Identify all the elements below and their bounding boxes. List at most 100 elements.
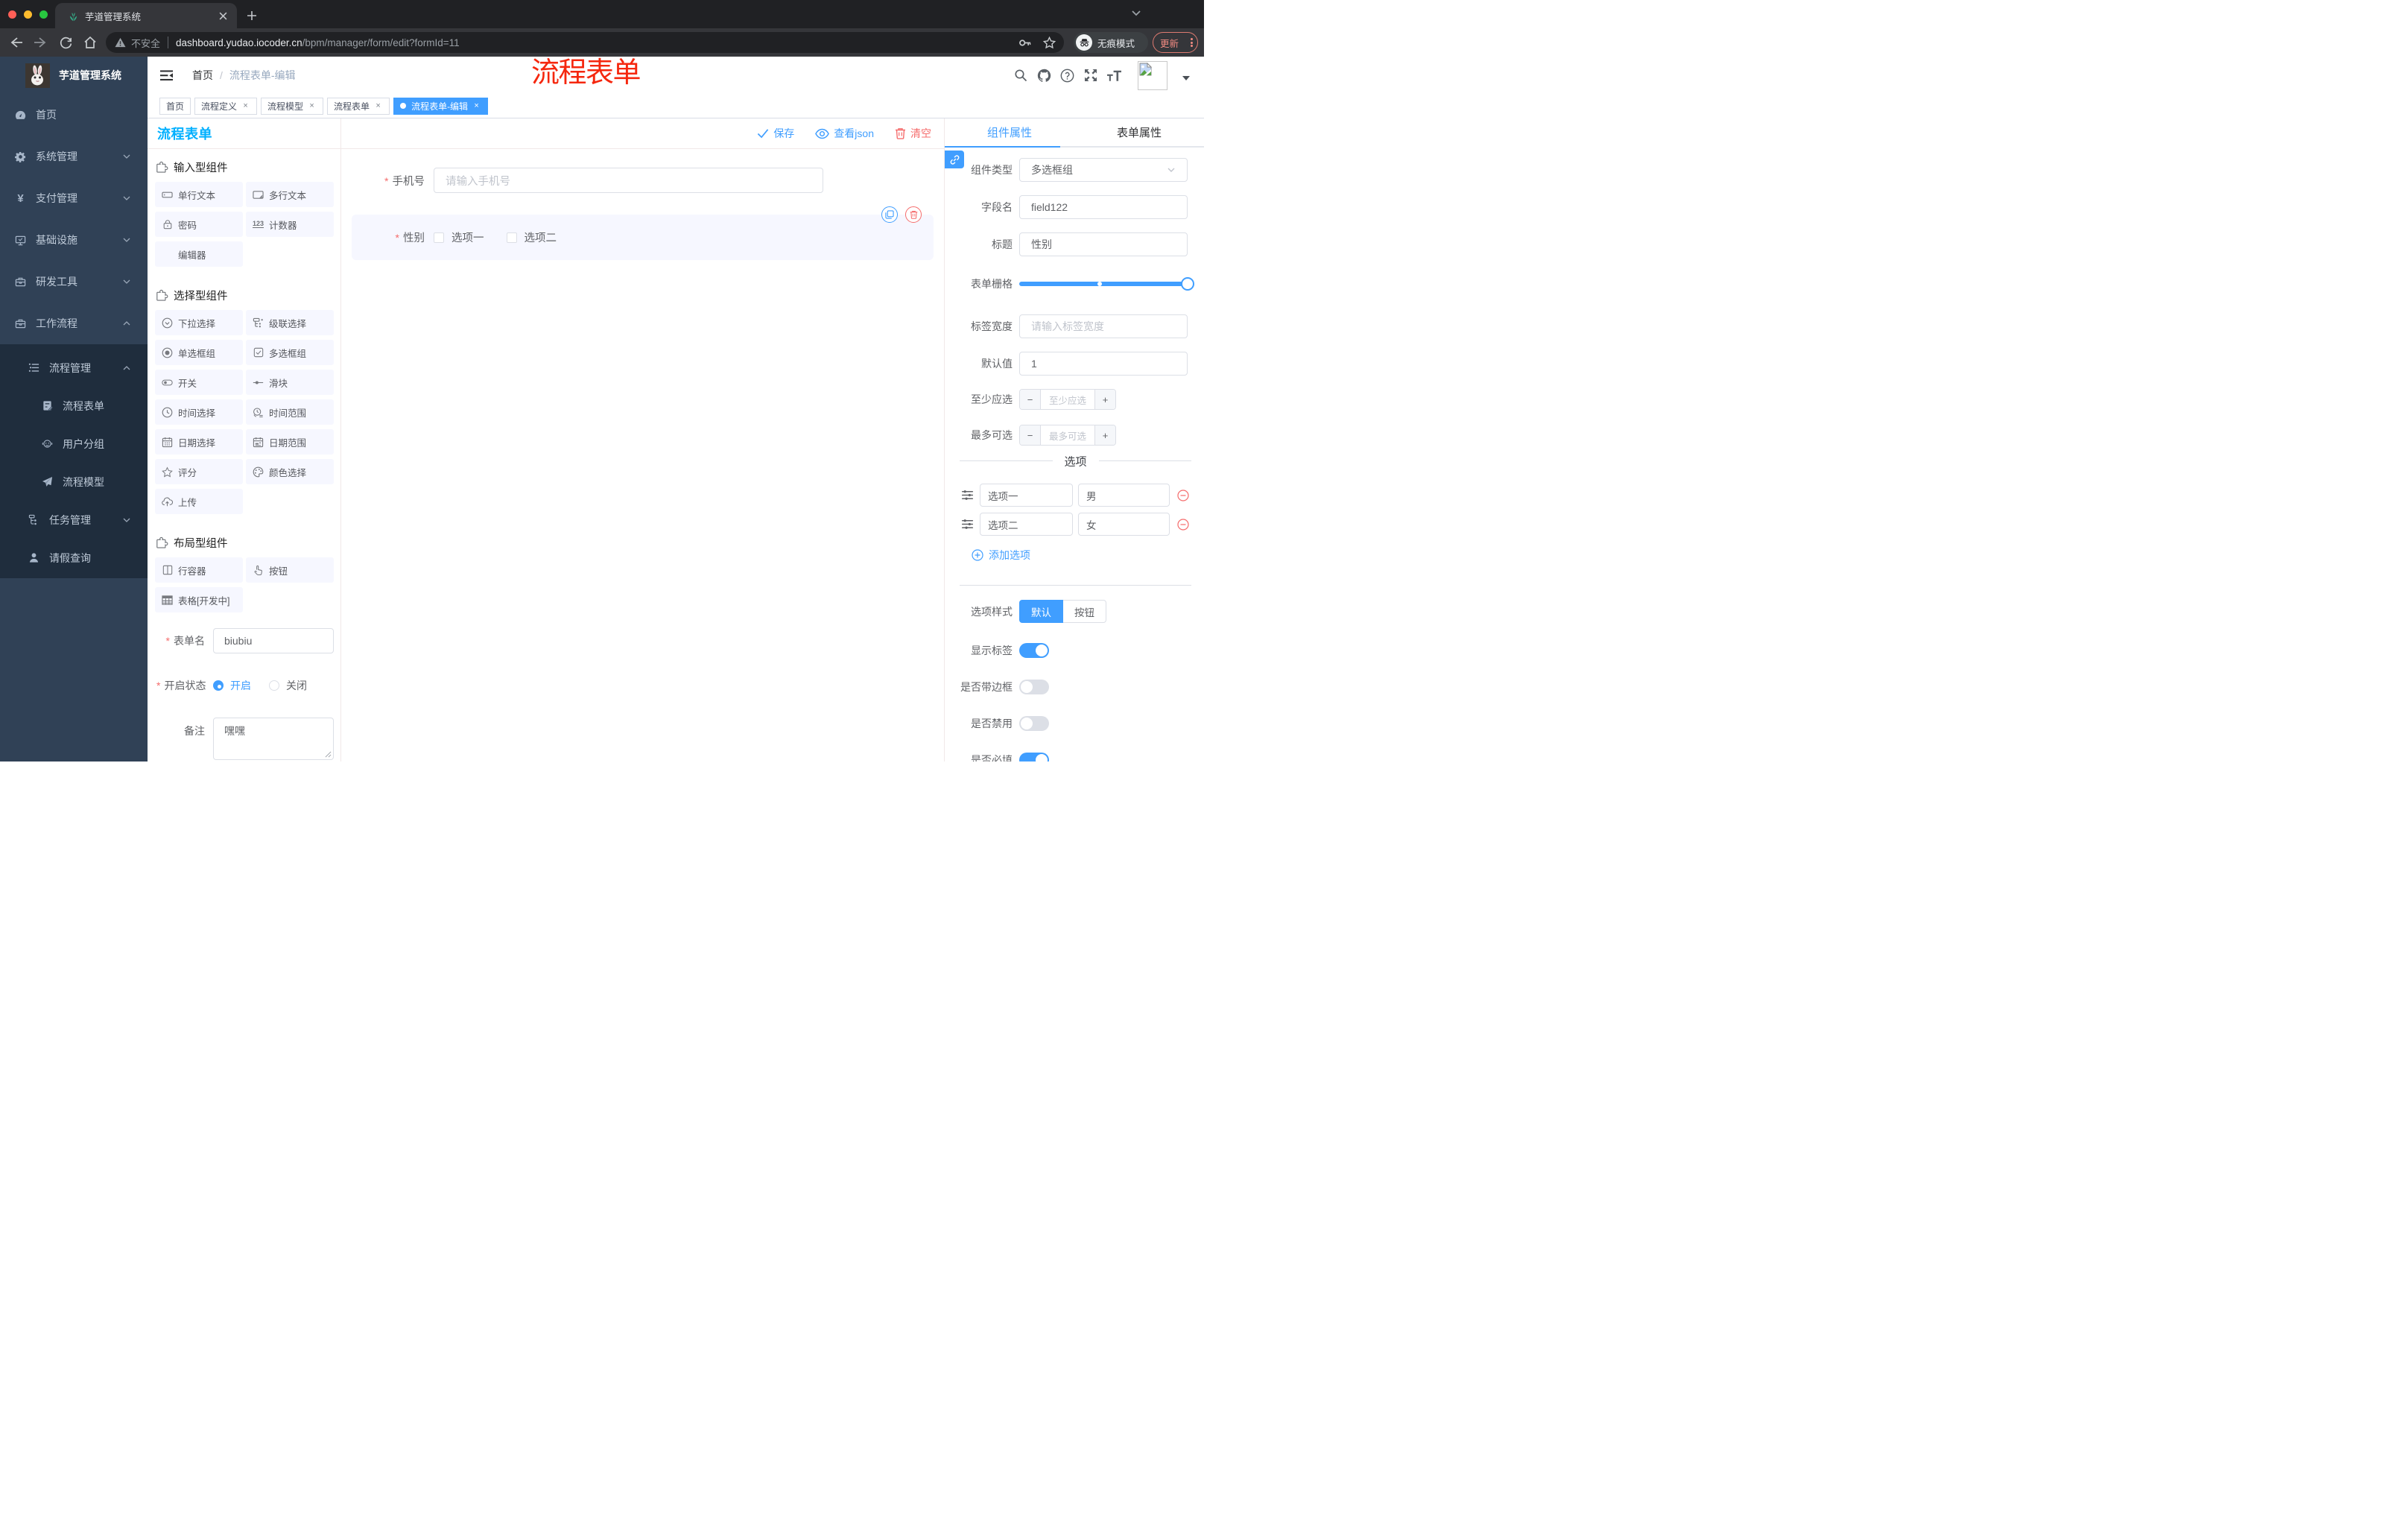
palette-item-daterange[interactable]: 日期范围 — [246, 429, 334, 455]
tag-close-icon[interactable]: × — [307, 101, 317, 111]
option-style-default[interactable]: 默认 — [1019, 600, 1063, 623]
url-text[interactable]: dashboard.yudao.iocoder.cn/bpm/manager/f… — [176, 37, 1010, 48]
update-label[interactable]: 更新 — [1160, 36, 1179, 50]
tag-close-icon[interactable]: × — [373, 101, 383, 111]
sidebar-item-process-form[interactable]: 流程表单 — [0, 387, 148, 425]
tag-process-model[interactable]: 流程模型 × — [261, 97, 324, 115]
sidebar-item-process-model[interactable]: 流程模型 — [0, 463, 148, 501]
required-switch[interactable] — [1019, 753, 1049, 762]
help-icon[interactable] — [1060, 69, 1074, 83]
palette-item-cascader[interactable]: 级联选择 — [246, 310, 334, 335]
palette-item-row[interactable]: 行容器 — [155, 557, 243, 583]
palette-item-color[interactable]: 颜色选择 — [246, 459, 334, 484]
tab-form-props[interactable]: 表单属性 — [1074, 118, 1204, 146]
sidebar-item-user-group[interactable]: 用户分组 — [0, 425, 148, 463]
status-on-radio[interactable]: 开启 — [213, 678, 251, 693]
forward-icon[interactable] — [30, 32, 51, 53]
default-value-input[interactable]: 1 — [1019, 352, 1188, 376]
drawing-item-gender-selected[interactable]: * 性别 选项一 选项二 — [352, 206, 934, 260]
option2-label-input[interactable]: 选项二 — [980, 513, 1073, 536]
status-off-radio[interactable]: 关闭 — [269, 678, 307, 693]
drag-handle-icon[interactable] — [961, 518, 974, 531]
copy-component-button[interactable] — [881, 206, 898, 223]
new-tab-button[interactable] — [244, 7, 260, 24]
palette-item-radio[interactable]: 单选框组 — [155, 340, 243, 365]
tab-component-props[interactable]: 组件属性 — [945, 118, 1074, 148]
back-icon[interactable] — [6, 32, 27, 53]
palette-item-slider[interactable]: 滑块 — [246, 370, 334, 395]
palette-item-counter[interactable]: 123 计数器 — [246, 212, 334, 237]
option1-value-input[interactable]: 男 — [1078, 484, 1170, 507]
minus-icon[interactable]: − — [1020, 425, 1041, 445]
avatar-caret-icon[interactable] — [1182, 76, 1190, 80]
checkbox-box[interactable] — [434, 232, 444, 243]
form-name-input[interactable]: biubiu — [213, 628, 334, 653]
security-label[interactable]: 不安全 — [131, 36, 160, 50]
home-icon[interactable] — [80, 32, 101, 53]
palette-item-button[interactable]: 按钮 — [246, 557, 334, 583]
palette-item-checkbox[interactable]: 多选框组 — [246, 340, 334, 365]
tag-process-form-edit[interactable]: 流程表单-编辑 × — [393, 97, 489, 115]
breadcrumb-home[interactable]: 首页 — [192, 68, 213, 83]
sidebar-item-devtools[interactable]: 研发工具 — [0, 261, 148, 303]
remove-option-icon[interactable] — [1177, 489, 1189, 501]
password-key-icon[interactable] — [1018, 36, 1032, 50]
sidebar-logo[interactable]: 芋道管理系统 — [0, 57, 148, 94]
phone-input[interactable]: 请输入手机号 — [434, 168, 823, 193]
address-bar[interactable]: 不安全 dashboard.yudao.iocoder.cn/bpm/manag… — [106, 32, 1064, 53]
sidebar-item-leave-query[interactable]: 请假查询 — [0, 539, 148, 577]
field-name-input[interactable]: field122 — [1019, 195, 1188, 219]
fullscreen-icon[interactable] — [1084, 69, 1098, 83]
palette-item-password[interactable]: 密码 — [155, 212, 243, 237]
tag-home[interactable]: 首页 — [159, 97, 191, 115]
add-option-button[interactable]: 添加选项 — [972, 548, 1204, 563]
with-border-switch[interactable] — [1019, 680, 1049, 694]
browser-tab[interactable]: 芋道管理系统 — [55, 3, 237, 28]
palette-item-time[interactable]: 时间选择 — [155, 399, 243, 425]
gender-option2-checkbox[interactable]: 选项二 — [506, 229, 557, 245]
save-button[interactable]: 保存 — [757, 126, 794, 141]
browser-menu-icon[interactable] — [1191, 37, 1193, 48]
font-size-icon[interactable] — [1107, 69, 1121, 83]
sidebar-item-payment[interactable]: ¥ 支付管理 — [0, 177, 148, 219]
bookmark-star-icon[interactable] — [1042, 36, 1056, 50]
sidebar-item-process-mgmt[interactable]: 流程管理 — [0, 349, 148, 387]
palette-item-rate[interactable]: 评分 — [155, 459, 243, 484]
tag-process-form[interactable]: 流程表单 × — [327, 97, 390, 115]
show-label-switch[interactable] — [1019, 643, 1049, 658]
tag-close-icon[interactable]: × — [472, 101, 481, 111]
drawing-board[interactable]: * 手机号 请输入手机号 * 性别 选项一 选项二 — [341, 149, 944, 762]
plus-icon[interactable]: + — [1094, 390, 1115, 409]
close-window-button[interactable] — [8, 10, 16, 19]
tag-close-icon[interactable]: × — [241, 101, 250, 111]
plus-icon[interactable]: + — [1094, 425, 1115, 445]
sidebar-item-workflow[interactable]: 工作流程 — [0, 303, 148, 344]
slider-track[interactable] — [1019, 277, 1194, 291]
delete-component-button[interactable] — [905, 206, 922, 223]
sidebar-item-infra[interactable]: 基础设施 — [0, 219, 148, 261]
form-remark-textarea[interactable]: 嘿嘿 — [213, 718, 334, 760]
option2-value-input[interactable]: 女 — [1078, 513, 1170, 536]
collapse-sidebar-icon[interactable] — [160, 69, 173, 82]
palette-item-upload[interactable]: 上传 — [155, 489, 243, 514]
sidebar-item-task-mgmt[interactable]: 任务管理 — [0, 501, 148, 539]
view-json-button[interactable]: 查看json — [815, 126, 874, 141]
minimize-window-button[interactable] — [24, 10, 32, 19]
disabled-switch[interactable] — [1019, 716, 1049, 731]
tag-process-definition[interactable]: 流程定义 × — [194, 97, 258, 115]
checkbox-box[interactable] — [506, 232, 517, 243]
search-icon[interactable] — [1013, 69, 1027, 83]
tab-search-chevron-icon[interactable] — [1131, 7, 1141, 18]
palette-item-switch[interactable]: 开关 — [155, 370, 243, 395]
maximize-window-button[interactable] — [39, 10, 48, 19]
form-grid-slider[interactable] — [1019, 270, 1194, 298]
palette-item-timerange[interactable]: 时间范围 — [246, 399, 334, 425]
sidebar-item-system[interactable]: 系统管理 — [0, 136, 148, 177]
palette-item-select[interactable]: 下拉选择 — [155, 310, 243, 335]
doc-link-button[interactable] — [945, 151, 964, 168]
update-button[interactable]: 更新 — [1153, 32, 1198, 53]
remove-option-icon[interactable] — [1177, 518, 1189, 531]
option-style-button[interactable]: 按钮 — [1063, 600, 1106, 623]
sidebar-item-home[interactable]: 首页 — [0, 94, 148, 136]
label-width-input[interactable]: 请输入标签宽度 — [1019, 314, 1188, 338]
